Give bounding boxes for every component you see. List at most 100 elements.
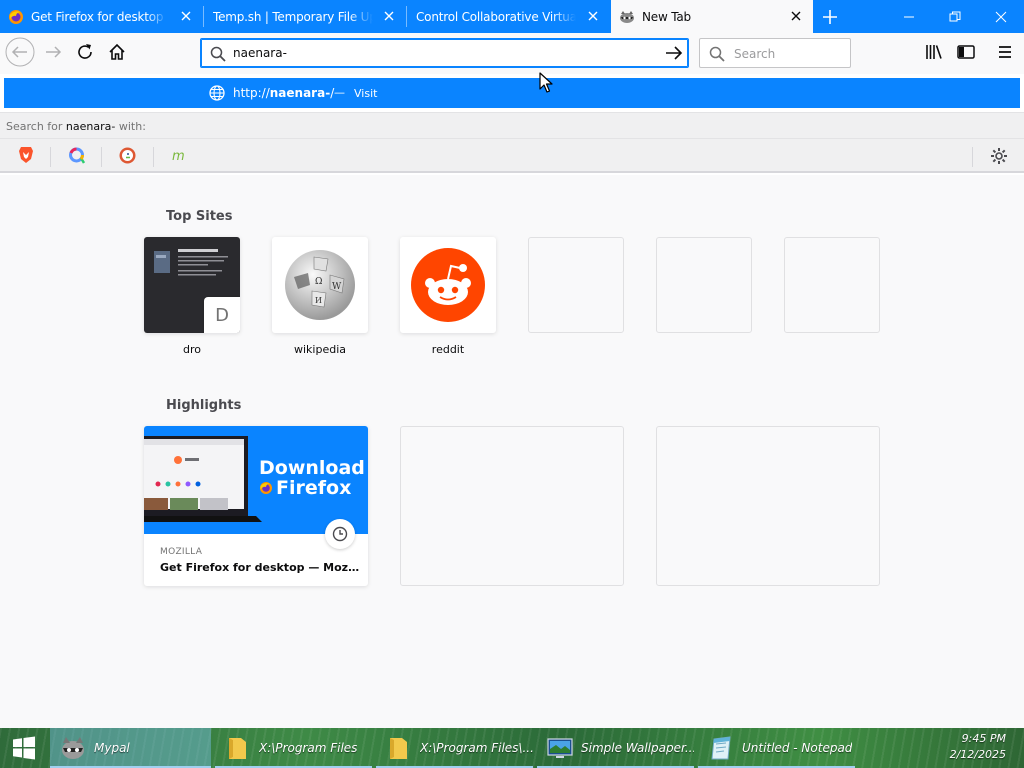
taskbar-item-wallpaper[interactable]: Simple Wallpaper... <box>537 728 694 768</box>
highlight-image-text: Download Firefox <box>259 457 365 499</box>
firefox-icon <box>260 482 272 494</box>
reload-icon <box>78 44 92 59</box>
clock-icon <box>325 519 355 549</box>
highlight-placeholder <box>400 426 624 586</box>
sidebar-button[interactable] <box>951 37 981 67</box>
clock-date: 2/12/2025 <box>949 748 1006 761</box>
go-button[interactable] <box>664 43 684 63</box>
engine-separator <box>50 147 51 167</box>
svg-text:m: m <box>172 149 185 163</box>
nav-toolbar <box>0 33 1024 74</box>
system-clock[interactable]: 9:45 PM 2/12/2025 <box>950 731 1006 763</box>
top-site-tile[interactable]: Ω W И <box>272 237 368 333</box>
top-site-tile[interactable] <box>400 237 496 333</box>
visit-url-text: http://naenara-/ <box>233 86 335 100</box>
firefox-icon <box>8 9 24 25</box>
minimize-button[interactable] <box>886 0 932 33</box>
hamburger-menu-icon <box>999 46 1011 58</box>
search-input[interactable] <box>734 45 844 63</box>
url-bar[interactable] <box>200 38 689 68</box>
top-site-placeholder <box>784 237 880 333</box>
close-icon[interactable] <box>382 9 396 23</box>
visit-url-row[interactable]: http://naenara-/ — Visit <box>4 78 1020 108</box>
tab-title: Get Firefox for desktop — Mozilla <box>31 9 167 24</box>
plus-icon <box>823 10 837 24</box>
highlight-image: Download Firefox <box>144 426 368 534</box>
visit-label: Visit <box>354 87 378 100</box>
tab-title: Control Collaborative Virtual Machine <box>416 9 576 24</box>
engine-separator <box>972 147 973 167</box>
highlights-title: Highlights <box>166 398 242 413</box>
back-button[interactable] <box>5 37 35 67</box>
top-site-label: wikipedia <box>293 343 346 356</box>
close-icon <box>995 11 1007 22</box>
taskbar-item-label: X:\Program Files\... <box>420 741 533 755</box>
visit-separator: — <box>334 86 345 99</box>
tab-new-tab[interactable]: New Tab <box>611 0 813 33</box>
library-button[interactable] <box>919 37 949 67</box>
one-off-search-engines: m <box>0 139 1024 173</box>
tab-temp-sh[interactable]: Temp.sh | Temporary File Upload <box>204 0 406 33</box>
search-icon <box>709 46 725 62</box>
tab-firefox[interactable]: Get Firefox for desktop — Mozilla <box>0 0 203 33</box>
duckduckgo-button[interactable] <box>118 146 136 164</box>
top-site-empty <box>656 237 752 333</box>
tab-strip: Get Firefox for desktop — Mozilla Temp.s… <box>0 0 1024 33</box>
notepad-icon <box>711 736 731 760</box>
taskbar-item-explorer-2[interactable]: X:\Program Files\... <box>376 728 533 768</box>
menu-button[interactable] <box>990 37 1020 67</box>
start-button[interactable] <box>0 728 48 768</box>
engine-separator <box>101 147 102 167</box>
search-bar[interactable] <box>699 38 851 68</box>
close-icon[interactable] <box>789 9 803 23</box>
taskbar-item-label: Mypal <box>94 741 130 755</box>
taskbar-item-explorer-1[interactable]: X:\Program Files <box>215 728 372 768</box>
highlight-card[interactable]: Download Firefox MOZILLA Get Firefox for… <box>144 426 368 586</box>
tab-control-vm[interactable]: Control Collaborative Virtual Machine <box>407 0 610 33</box>
search-settings-button[interactable] <box>990 147 1008 165</box>
wallpaper-icon <box>547 738 573 758</box>
top-site-reddit[interactable]: reddit <box>400 237 496 356</box>
svg-text:Ω: Ω <box>315 277 322 287</box>
engine-separator <box>153 147 154 167</box>
site-letter-fallback: D <box>204 297 240 333</box>
taskbar-item-mypal[interactable]: Mypal <box>50 728 211 768</box>
sidebar-icon <box>957 45 975 59</box>
duckduckgo-icon <box>119 147 135 163</box>
brave-search-button[interactable] <box>17 146 35 164</box>
restore-button[interactable] <box>932 0 978 33</box>
forward-button[interactable] <box>38 37 68 67</box>
top-site-wikipedia[interactable]: Ω W И wikipedia <box>272 237 368 356</box>
top-site-tile[interactable]: D <box>144 237 240 333</box>
svg-text:И: И <box>315 296 322 305</box>
search-icon <box>210 46 226 62</box>
back-arrow-icon <box>5 37 35 67</box>
top-sites-title: Top Sites <box>166 209 233 224</box>
mojeek-button[interactable]: m <box>170 146 188 164</box>
reddit-icon <box>411 248 485 322</box>
top-site-dro[interactable]: D dro <box>144 237 240 356</box>
search-for-row: Search for naenara- with: <box>0 112 1024 139</box>
qwant-button[interactable] <box>67 146 85 164</box>
raccoon-icon <box>619 9 635 25</box>
globe-icon <box>209 85 225 101</box>
restore-icon <box>949 11 961 21</box>
close-window-button[interactable] <box>978 0 1024 33</box>
close-icon[interactable] <box>179 9 193 23</box>
reload-button[interactable] <box>70 37 100 67</box>
arrow-right-icon <box>666 46 683 60</box>
tab-title: New Tab <box>642 9 691 24</box>
url-input[interactable] <box>233 44 653 62</box>
qwant-icon <box>68 147 85 164</box>
brave-icon <box>19 147 33 163</box>
highlight-title: Get Firefox for desktop — Mozilla (US) <box>160 561 360 574</box>
home-button[interactable] <box>102 37 132 67</box>
taskbar-item-notepad[interactable]: Untitled - Notepad <box>698 728 855 768</box>
forward-arrow-icon <box>46 46 62 58</box>
folder-icon <box>229 738 246 759</box>
wikipedia-globe-icon: Ω W И <box>285 250 355 320</box>
mouse-pointer-icon <box>539 72 553 93</box>
url-dropdown: http://naenara-/ — Visit Search for naen… <box>0 74 1024 175</box>
close-icon[interactable] <box>586 9 600 23</box>
new-tab-button[interactable] <box>816 3 844 31</box>
